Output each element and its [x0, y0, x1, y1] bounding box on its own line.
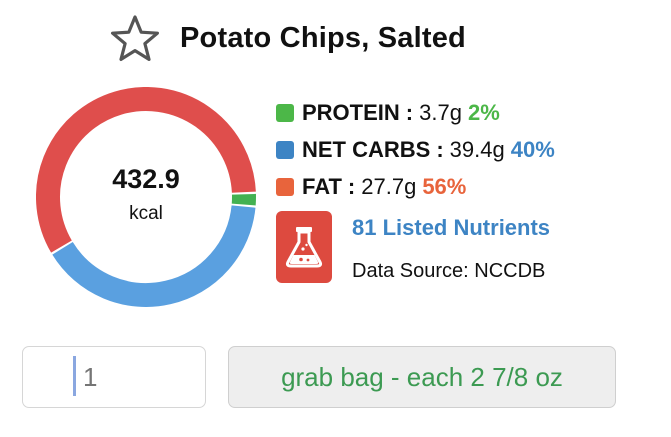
nutrients-badge[interactable]: [276, 211, 332, 283]
calorie-value: 432.9: [112, 163, 180, 194]
calorie-unit: kcal: [129, 202, 163, 224]
fat-swatch: [276, 177, 294, 196]
macro-row-protein: PROTEIN : 3.7g 2%: [276, 94, 555, 131]
text-cursor: [73, 356, 76, 396]
serving-quantity-input[interactable]: [22, 346, 206, 408]
listed-nutrients-link[interactable]: 81 Listed Nutrients: [352, 215, 550, 241]
macro-separator: :: [405, 99, 414, 125]
flask-icon: [285, 227, 323, 268]
macro-amount: 39.4g: [449, 136, 505, 162]
nutrients-text: 81 Listed Nutrients Data Source: NCCDB: [352, 211, 550, 285]
data-source-label: Data Source: NCCDB: [352, 260, 546, 282]
macro-percent: 40%: [510, 136, 555, 162]
food-header: Potato Chips, Salted: [110, 14, 466, 62]
macro-percent: 2%: [467, 99, 500, 125]
macro-separator: :: [347, 173, 356, 199]
macro-amount: 3.7g: [419, 99, 462, 125]
donut-center-label: 432.9 kcal: [36, 87, 256, 307]
macro-amount: 27.7g: [361, 173, 417, 199]
protein-swatch: [276, 103, 294, 122]
macro-row-net-carbs: NET CARBS : 39.4g 40%: [276, 131, 555, 168]
macro-name: NET CARBS: [302, 136, 431, 162]
nutrients-panel: 81 Listed Nutrients Data Source: NCCDB: [276, 211, 550, 285]
net-carbs-swatch: [276, 140, 294, 159]
food-title: Potato Chips, Salted: [180, 21, 466, 54]
macro-name: PROTEIN: [302, 99, 400, 125]
macro-name: FAT: [302, 173, 342, 199]
star-outline-icon[interactable]: [110, 14, 160, 62]
serving-unit-button[interactable]: grab bag - each 2 7/8 oz: [228, 346, 616, 408]
macro-separator: :: [436, 136, 444, 162]
calorie-donut-chart: 432.9 kcal: [36, 87, 256, 307]
macro-legend: PROTEIN : 3.7g 2% NET CARBS : 39.4g 40% …: [276, 94, 555, 205]
macro-percent: 56%: [422, 173, 467, 199]
macro-row-fat: FAT : 27.7g 56%: [276, 168, 555, 205]
